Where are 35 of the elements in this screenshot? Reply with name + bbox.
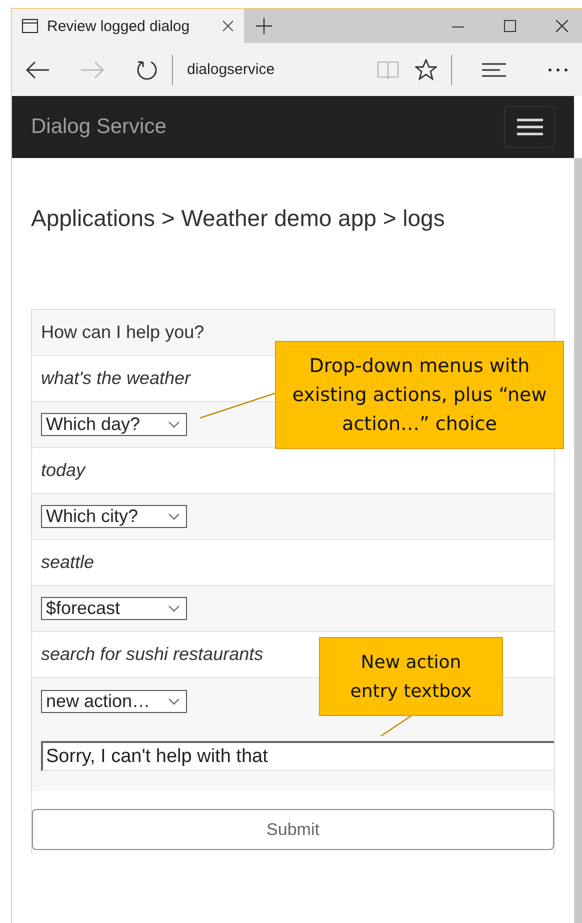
chevron-down-icon: [168, 421, 180, 428]
close-icon[interactable]: [222, 20, 234, 32]
brand-title[interactable]: Dialog Service: [31, 115, 504, 139]
chevron-down-icon: [168, 698, 180, 705]
address-field[interactable]: dialogservice: [187, 61, 377, 78]
action-dropdown[interactable]: Which day?: [41, 413, 187, 436]
callout: New action entry textbox: [319, 637, 503, 716]
user-utterance: today: [41, 460, 86, 481]
scrollbar[interactable]: [574, 158, 582, 923]
user-utterance: search for sushi restaurants: [41, 644, 264, 665]
user-utterance: what's the weather: [41, 368, 191, 389]
menu-button[interactable]: [504, 106, 555, 148]
action-dropdown[interactable]: new action…: [41, 690, 187, 713]
input-field[interactable]: Sorry, I can't help with that: [41, 741, 554, 771]
submit-button[interactable]: Submit: [32, 809, 554, 850]
action-dropdown[interactable]: $forecast: [41, 597, 187, 620]
plus-icon[interactable]: [256, 18, 272, 34]
browser-tab[interactable]: Review logged dialog: [12, 9, 244, 43]
star-icon[interactable]: [415, 58, 437, 80]
close-icon[interactable]: [556, 20, 568, 32]
action-dropdown[interactable]: Which city?: [41, 505, 187, 528]
back-icon[interactable]: [26, 60, 50, 78]
breadcrumb: Applications > Weather demo app > logs: [31, 205, 446, 232]
menu-icon[interactable]: [482, 62, 506, 76]
refresh-icon[interactable]: [136, 58, 158, 80]
chevron-down-icon: [168, 605, 180, 612]
maximize-icon[interactable]: [504, 20, 516, 32]
leader-line: [380, 715, 412, 737]
user-utterance: seattle: [41, 552, 94, 573]
window-icon: [22, 19, 38, 33]
chevron-down-icon: [168, 513, 180, 520]
more-icon[interactable]: [548, 68, 568, 72]
bot-message: How can I help you?: [41, 322, 204, 343]
menu-icon: [516, 118, 542, 136]
callout: Drop-down menus with existing actions, plus “new action…” choice: [275, 341, 564, 449]
